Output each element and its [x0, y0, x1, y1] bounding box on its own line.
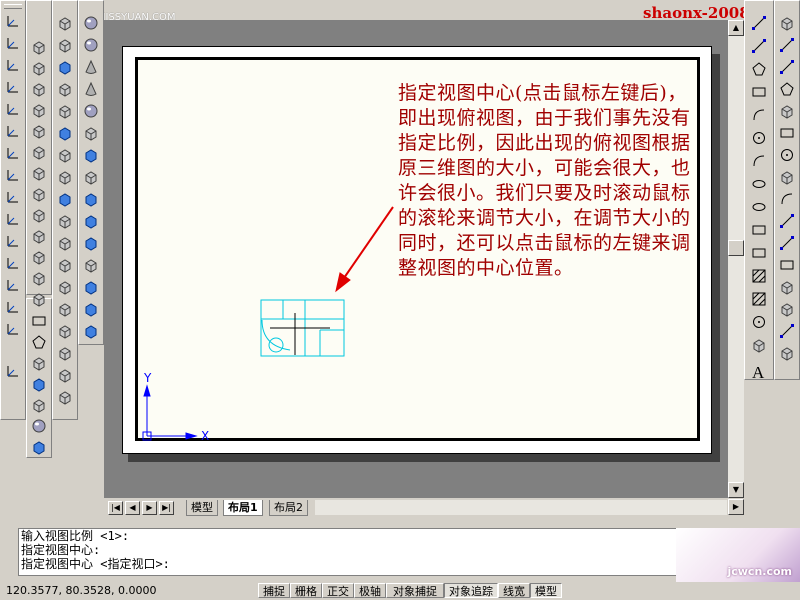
corner-logo: jcwcn.com	[676, 528, 800, 582]
command-history-line: 输入视图比例 <1>:	[21, 529, 130, 543]
status-toggle-button[interactable]: 栅格	[290, 583, 322, 598]
status-toggle-button[interactable]: 线宽	[498, 583, 530, 598]
corner-logo-text: jcwcn.com	[727, 565, 792, 578]
tab-model[interactable]: 模型	[186, 500, 218, 516]
command-prompt-line: 指定视图中心 <指定视口>:	[21, 557, 170, 571]
scroll-down-button[interactable]: ▼	[728, 482, 744, 498]
horizontal-scrollbar[interactable]	[315, 500, 727, 515]
scroll-thumb[interactable]	[728, 240, 744, 256]
command-window[interactable]: 输入视图比例 <1>: 指定视图中心: 指定视图中心 <指定视口>:	[18, 528, 678, 576]
vertical-scrollbar[interactable]: ▲ ▼	[728, 20, 744, 498]
command-history-line: 指定视图中心:	[21, 543, 101, 557]
ucs-icon	[142, 384, 198, 441]
coordinate-display: 120.3577, 80.3528, 0.0000	[6, 584, 157, 597]
ucs-y-label: Y	[144, 371, 152, 385]
tab-layout2[interactable]: 布局2	[269, 500, 308, 516]
scroll-right-button[interactable]: ▶	[728, 499, 744, 515]
first-tab-button[interactable]: |◀	[108, 501, 123, 515]
red-pointer-arrow	[335, 206, 394, 293]
status-toggle-button[interactable]: 正交	[322, 583, 354, 598]
prev-tab-button[interactable]: ◀	[125, 501, 140, 515]
scroll-up-button[interactable]: ▲	[728, 20, 744, 36]
status-toggle-button[interactable]: 对象追踪	[444, 583, 498, 598]
last-tab-button[interactable]: ▶|	[159, 501, 174, 515]
status-toggle-button[interactable]: 捕捉	[258, 583, 290, 598]
ucs-x-label: X	[201, 429, 210, 443]
next-tab-button[interactable]: ▶	[142, 501, 157, 515]
status-toggle-button[interactable]: 极轴	[354, 583, 386, 598]
status-toggle-button[interactable]: 对象捕捉	[386, 583, 444, 598]
tab-layout1[interactable]: 布局1	[223, 500, 263, 516]
status-toggle-button[interactable]: 模型	[530, 583, 562, 598]
